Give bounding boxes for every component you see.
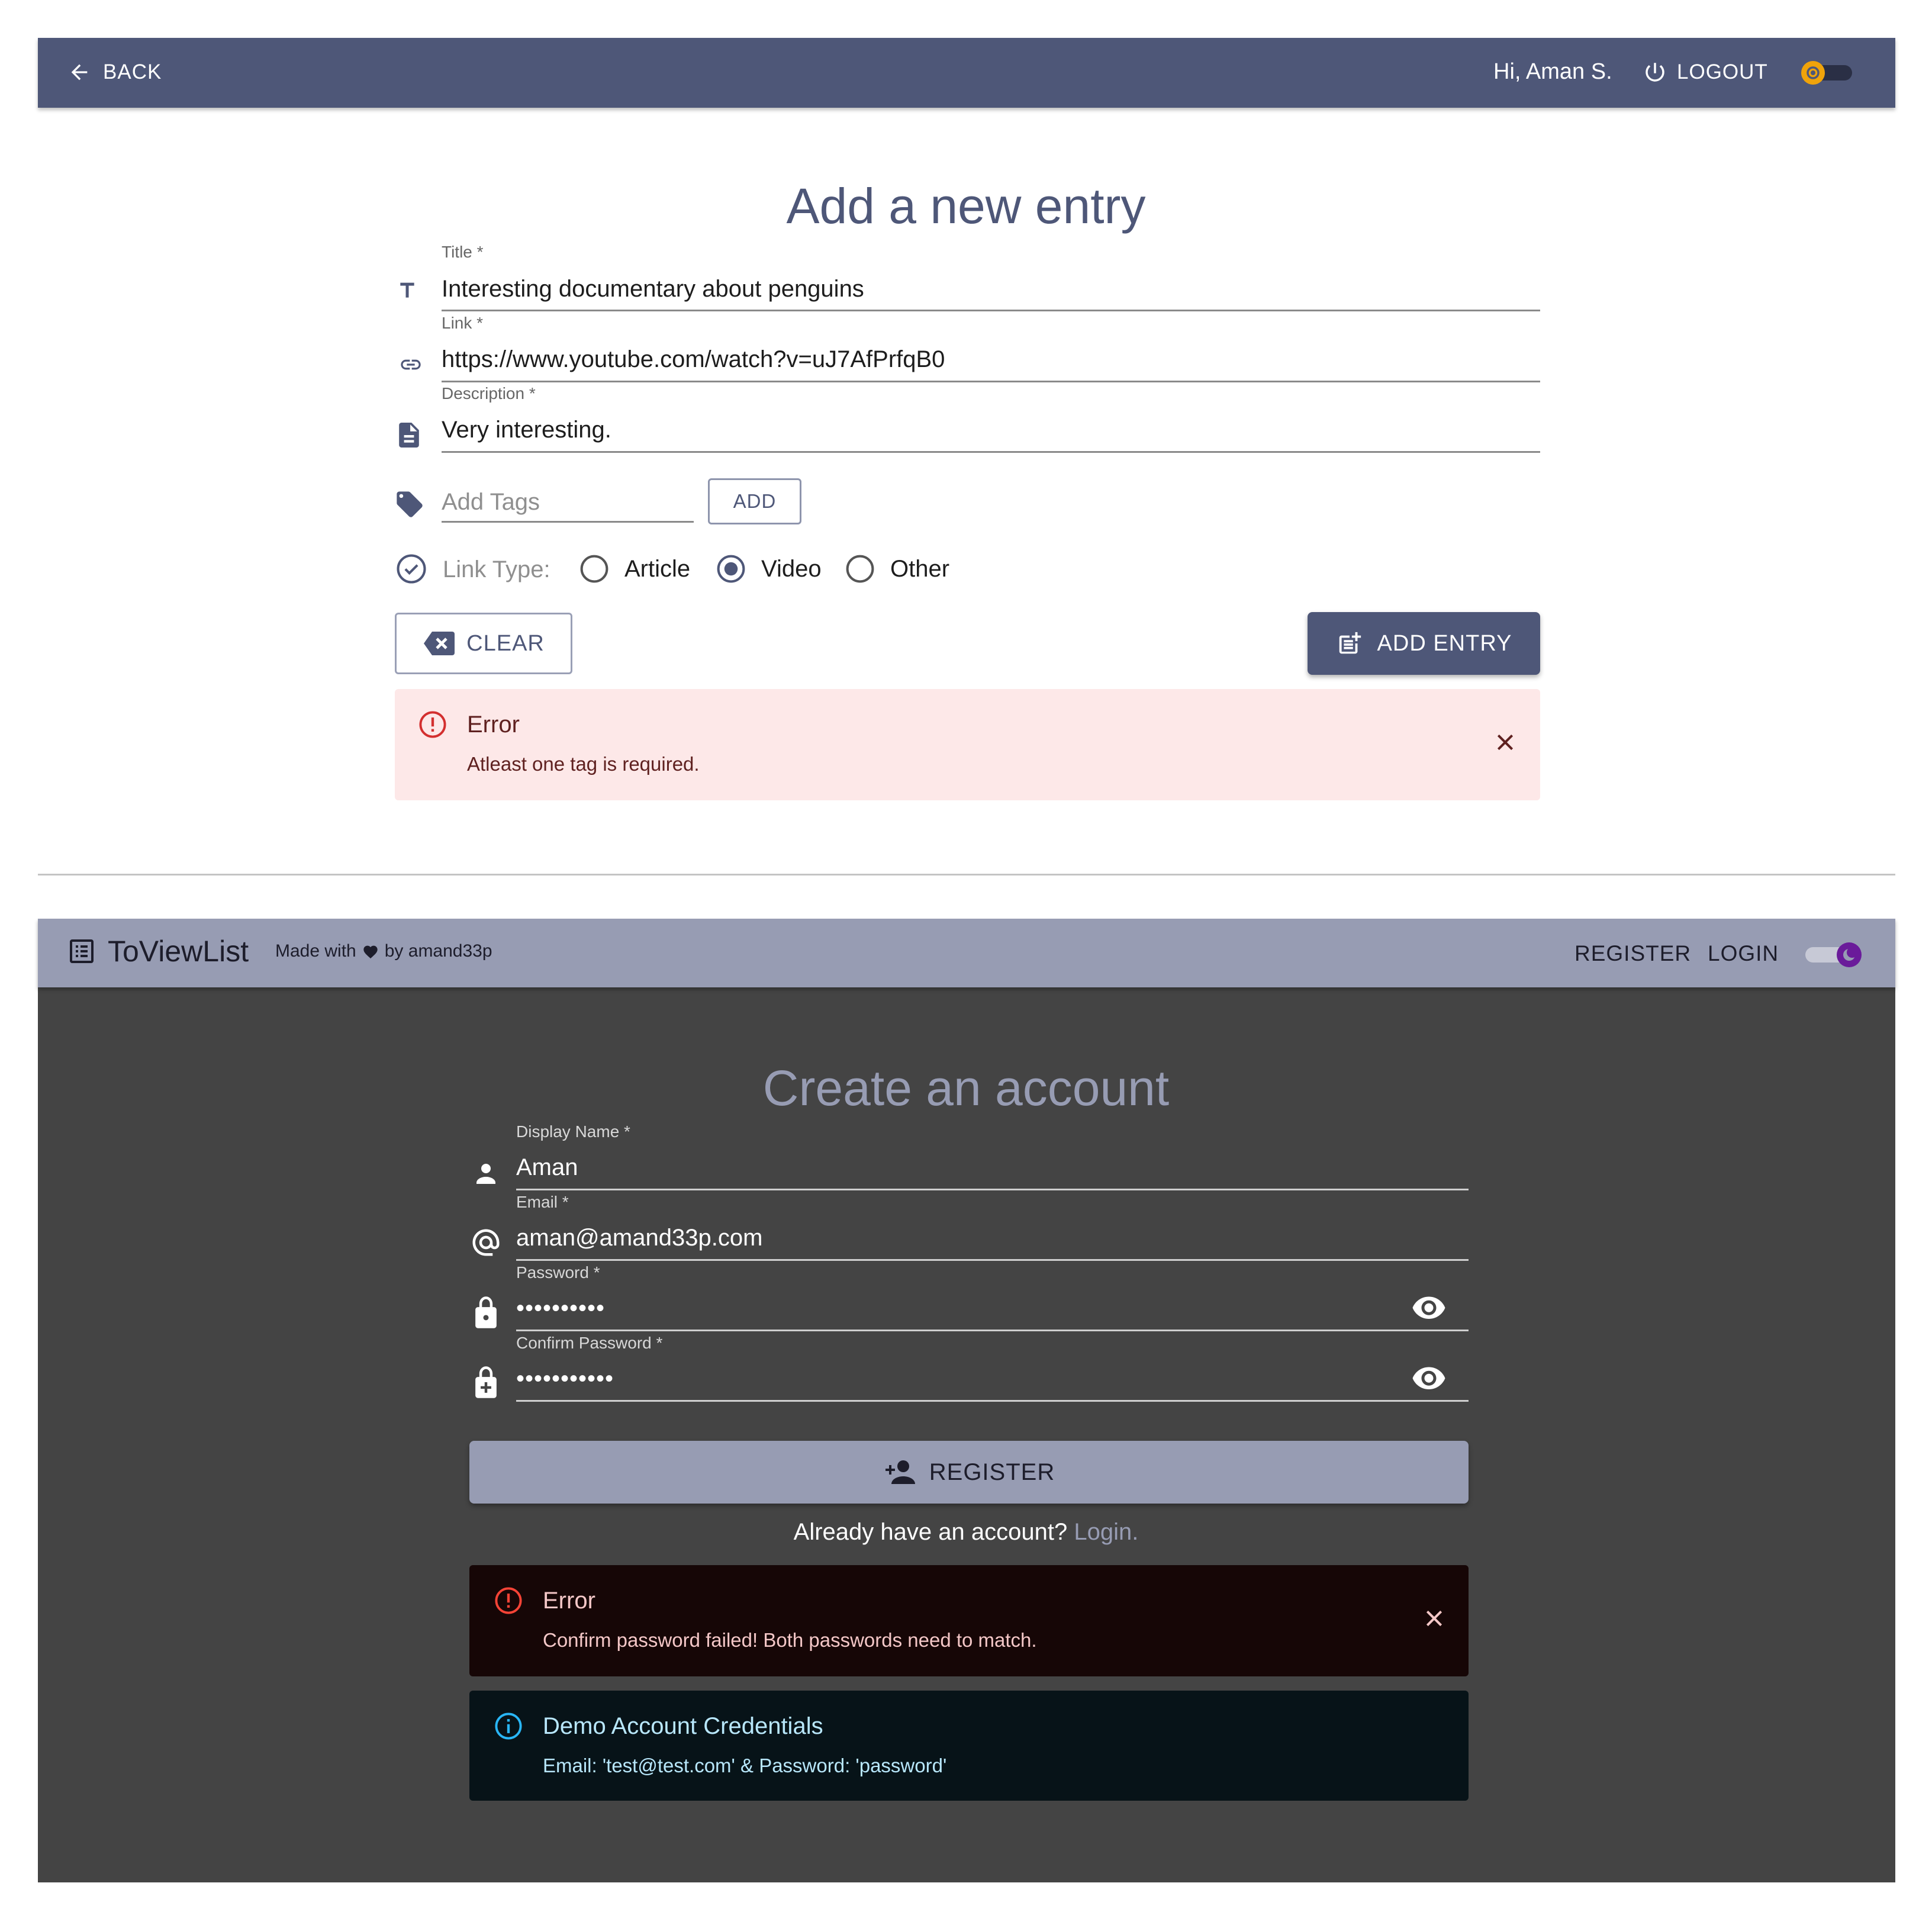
title-underline <box>442 310 1540 311</box>
email-label: Email * <box>516 1193 569 1211</box>
clear-button[interactable]: CLEAR <box>395 613 572 674</box>
close-icon[interactable] <box>1422 1607 1446 1630</box>
register-button-label: REGISTER <box>929 1459 1055 1485</box>
radio-video-label: Video <box>761 555 822 582</box>
user-greeting: Hi, Aman S. <box>1493 59 1612 84</box>
email-underline <box>516 1259 1469 1261</box>
radio-other-label: Other <box>890 555 950 582</box>
dark-mode-toggle[interactable] <box>1796 60 1856 85</box>
login-prompt: Already have an account? Login. <box>0 1519 1932 1546</box>
document-icon <box>397 419 421 451</box>
radio-other[interactable]: Other <box>844 553 949 585</box>
display-name-underline <box>516 1189 1469 1190</box>
radio-article-label: Article <box>624 555 691 582</box>
arrow-left-icon <box>67 60 91 84</box>
confirm-password-underline <box>516 1400 1469 1402</box>
page-title: Create an account <box>762 1060 1170 1116</box>
title-input[interactable]: Interesting documentary about penguins <box>442 276 864 302</box>
error-alert-title: Error <box>543 1588 595 1614</box>
lock-plus-icon <box>472 1365 500 1399</box>
info-alert-title: Demo Account Credentials <box>543 1713 823 1739</box>
radio-unchecked-icon <box>846 555 874 583</box>
link-field-label: Link * <box>442 314 484 332</box>
radio-unchecked-icon <box>580 555 608 583</box>
description-underline <box>442 451 1540 453</box>
lock-icon <box>472 1295 500 1330</box>
error-alert-message: Confirm password failed! Both passwords … <box>543 1629 1037 1651</box>
title-field-label: Title * <box>442 243 484 261</box>
link-underline <box>442 381 1540 382</box>
app-logo[interactable]: ToViewList <box>67 934 249 968</box>
error-alert: Error Confirm password failed! Both pass… <box>469 1565 1469 1676</box>
check-circle-icon <box>395 553 427 585</box>
person-icon <box>472 1159 500 1187</box>
app-name: ToViewList <box>108 935 249 968</box>
section-divider <box>38 874 1895 875</box>
nav-register-link[interactable]: REGISTER <box>1574 941 1691 966</box>
error-alert-title: Error <box>467 712 520 738</box>
add-entry-button[interactable]: ADD ENTRY <box>1308 612 1540 675</box>
title-text-icon <box>395 278 419 303</box>
info-outline-icon <box>493 1711 524 1742</box>
top-app-bar <box>38 38 1895 108</box>
description-field-label: Description * <box>442 384 536 403</box>
heart-icon <box>362 944 379 959</box>
already-text: Already have an account? <box>793 1519 1068 1545</box>
power-icon <box>1643 60 1667 85</box>
password-input[interactable]: •••••••••• <box>516 1295 605 1322</box>
info-alert: Demo Account Credentials Email: 'test@te… <box>469 1691 1469 1801</box>
confirm-password-label: Confirm Password * <box>516 1334 663 1352</box>
display-name-input[interactable]: Aman <box>516 1154 578 1181</box>
description-input[interactable]: Very interesting. <box>442 417 611 443</box>
tag-icon <box>394 489 425 520</box>
tagline-suffix: by amand33p <box>384 941 492 961</box>
link-type-label: Link Type: <box>443 556 550 582</box>
password-underline <box>516 1330 1469 1331</box>
tagline: Made with by amand33p <box>275 941 492 961</box>
close-icon[interactable] <box>1493 730 1517 754</box>
error-outline-icon <box>417 709 448 740</box>
login-link[interactable]: Login. <box>1074 1519 1138 1545</box>
eye-icon[interactable] <box>1411 1363 1447 1392</box>
post-add-icon <box>1336 630 1363 657</box>
page-title: Add a new entry <box>786 178 1146 234</box>
person-add-icon <box>883 1459 916 1485</box>
confirm-password-input[interactable]: ••••••••••• <box>516 1366 614 1392</box>
at-sign-icon <box>470 1227 502 1258</box>
password-label: Password * <box>516 1263 600 1282</box>
list-alt-icon <box>67 937 96 965</box>
error-alert-message: Atleast one tag is required. <box>467 753 700 775</box>
backspace-icon <box>423 630 456 656</box>
link-icon <box>395 353 426 376</box>
back-button[interactable]: BACK <box>67 57 174 88</box>
eye-icon[interactable] <box>1411 1293 1447 1321</box>
back-label: BACK <box>103 60 162 83</box>
tags-input[interactable]: Add Tags <box>442 489 540 516</box>
radio-video[interactable]: Video <box>715 553 822 585</box>
email-input[interactable]: aman@amand33p.com <box>516 1225 762 1251</box>
info-alert-message: Email: 'test@test.com' & Password: 'pass… <box>543 1755 947 1776</box>
add-entry-button-label: ADD ENTRY <box>1377 630 1512 656</box>
error-alert: Error Atleast one tag is required. <box>395 689 1540 800</box>
link-input[interactable]: https://www.youtube.com/watch?v=uJ7AfPrf… <box>442 346 945 373</box>
display-name-label: Display Name * <box>516 1122 630 1141</box>
tagline-prefix: Made with <box>275 941 356 961</box>
clear-button-label: CLEAR <box>466 630 545 656</box>
tags-underline <box>442 521 694 523</box>
error-outline-icon <box>493 1585 524 1616</box>
logout-label: LOGOUT <box>1677 60 1768 83</box>
radio-checked-icon <box>717 555 745 583</box>
nav-login-link[interactable]: LOGIN <box>1708 941 1779 966</box>
dark-mode-toggle[interactable] <box>1803 941 1867 968</box>
logout-button[interactable]: LOGOUT <box>1643 57 1785 88</box>
add-tag-button[interactable]: ADD <box>708 478 801 524</box>
radio-article[interactable]: Article <box>578 553 690 585</box>
register-button[interactable]: REGISTER <box>469 1441 1469 1504</box>
